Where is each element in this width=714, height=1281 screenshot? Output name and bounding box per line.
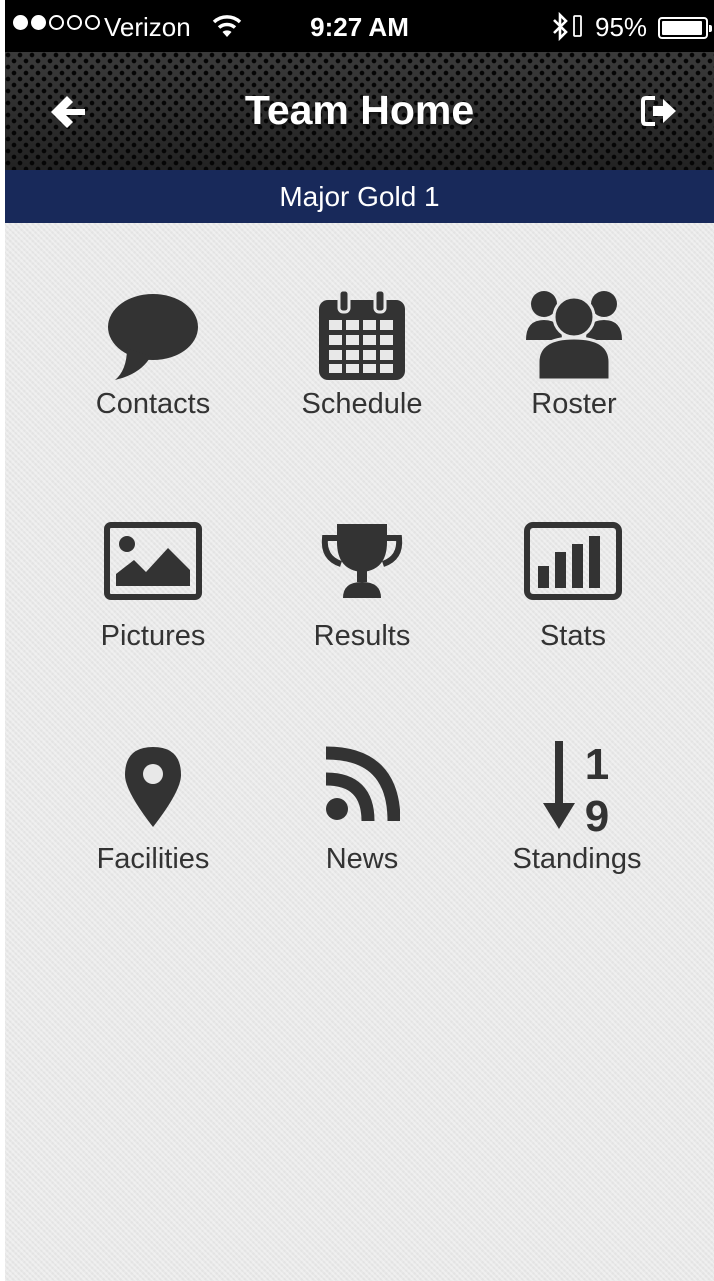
logout-button[interactable] [639,92,683,132]
menu-item-label: Results [313,620,411,652]
picture-icon [104,522,202,600]
menu-item-contacts[interactable]: Contacts [53,290,253,470]
page-title: Team Home [244,87,475,133]
menu-item-roster[interactable]: Roster [474,290,674,470]
battery-tip [709,25,712,32]
menu-item-facilities[interactable]: Facilities [53,745,253,925]
menu-item-stats[interactable]: Stats [473,522,673,702]
calendar-icon [319,290,405,380]
group-icon [526,291,622,382]
menu-item-label: News [325,843,399,875]
sign-out-icon [641,96,676,126]
status-bar: Verizon 9:27 AM 95% [5,0,714,52]
menu-item-results[interactable]: Results [262,522,462,702]
menu-item-standings[interactable]: 1 9 Standings [477,739,677,919]
map-marker-icon [125,747,181,827]
menu-item-label: Schedule [301,388,423,420]
trophy-icon [321,524,403,598]
battery-icon [658,17,712,39]
menu-item-label: Standings [512,843,642,875]
sort-numeric-icon: 1 9 [543,740,609,835]
sort-digit-top: 1 [585,740,609,789]
menu-item-label: Contacts [95,388,211,420]
menu-item-label: Pictures [100,620,206,652]
menu-item-schedule[interactable]: Schedule [262,290,462,470]
sort-digit-bottom: 9 [585,792,609,835]
menu-item-label: Roster [531,388,617,420]
rss-icon [325,746,400,822]
menu-item-news[interactable]: News [262,745,462,925]
menu-item-label: Stats [539,620,607,652]
battery-percentage: 95% [595,12,648,42]
battery-fill [662,21,702,35]
menu-item-label: Facilities [96,843,210,875]
bar-chart-icon [524,522,622,600]
app-screen: Verizon 9:27 AM 95% Team Home Major Gold… [5,0,714,1281]
bluetooth-icon [553,12,582,42]
navigation-bar: Team Home [5,52,714,170]
speech-bubble-icon [108,294,198,380]
menu-item-pictures[interactable]: Pictures [53,522,253,702]
team-name-banner: Major Gold 1 [5,170,714,223]
